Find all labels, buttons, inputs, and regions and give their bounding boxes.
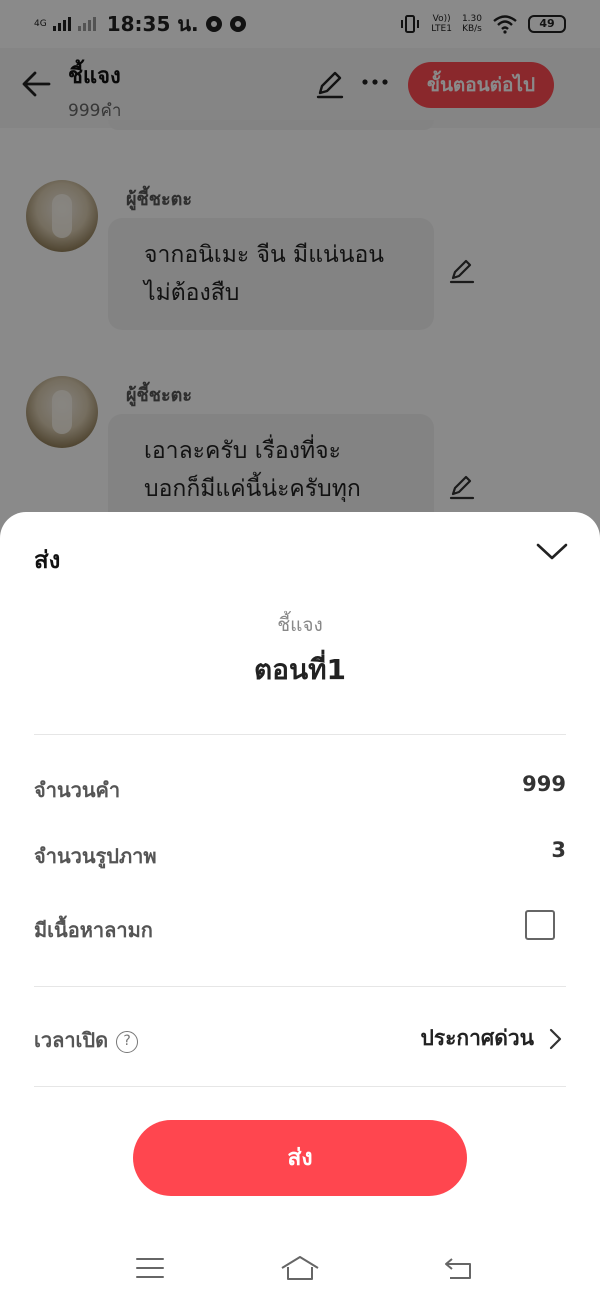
chapter-name: ตอนที่1 — [253, 653, 347, 686]
sheet-title: ส่ง — [34, 546, 61, 574]
back-icon — [445, 1258, 471, 1279]
divider — [34, 734, 566, 735]
nav-menu-button[interactable] — [130, 1248, 170, 1288]
nav-home-button[interactable] — [280, 1248, 320, 1288]
nav-back-button[interactable] — [438, 1248, 478, 1288]
image-count-label: จำนวนรูปภาพ — [34, 844, 157, 868]
open-time-value: ประกาศด่วน — [420, 1026, 534, 1050]
divider — [34, 1086, 566, 1087]
word-count-label: จำนวนคำ — [34, 778, 121, 802]
system-navigation-bar — [0, 1240, 600, 1300]
chevron-right-icon — [549, 1028, 562, 1049]
send-button[interactable]: ส่ง — [133, 1120, 467, 1196]
open-time-row: เวลาเปิด? — [34, 1024, 139, 1056]
open-time-selector[interactable]: ประกาศด่วน — [420, 1022, 562, 1055]
help-icon[interactable]: ? — [116, 1031, 139, 1053]
story-name: ชี้แจง — [277, 614, 323, 636]
collapse-sheet-button[interactable] — [534, 536, 570, 566]
menu-icon — [136, 1258, 164, 1278]
home-icon — [281, 1256, 319, 1280]
divider — [34, 986, 566, 987]
chevron-down-icon — [536, 543, 568, 560]
adult-content-label: มีเนื้อหาลามก — [34, 918, 153, 942]
open-time-label: เวลาเปิด — [34, 1028, 109, 1052]
submit-bottom-sheet: ส่ง ชี้แจง ตอนที่1 จำนวนคำ 999 จำนวนรูปภ… — [0, 512, 600, 1300]
image-count-value: 3 — [551, 838, 566, 862]
adult-content-checkbox[interactable] — [525, 910, 555, 940]
word-count-value: 999 — [522, 772, 566, 796]
